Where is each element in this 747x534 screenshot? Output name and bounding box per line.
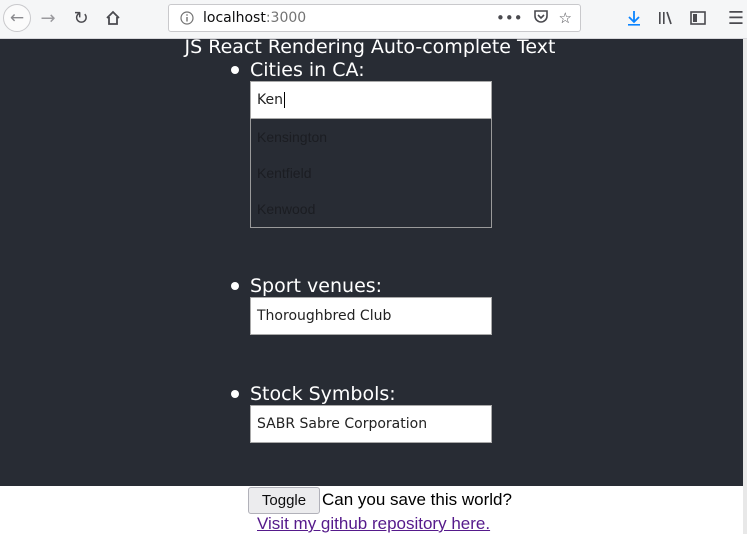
bullet xyxy=(231,390,239,398)
forward-icon[interactable]: → xyxy=(34,4,62,32)
sport-venues-input-value: Thoroughbred Club xyxy=(257,308,392,324)
footer: Toggle Can you save this world? Visit my… xyxy=(0,486,743,534)
section-stock-symbols: Stock Symbols: SABR Sabre Corporation xyxy=(231,383,550,443)
page-title: JS React Rendering Auto-complete Text xyxy=(184,36,556,58)
sport-venues-input[interactable]: Thoroughbred Club xyxy=(250,297,492,335)
url-host: localhost xyxy=(203,10,266,26)
window-edge xyxy=(743,39,747,534)
stock-symbols-input[interactable]: SABR Sabre Corporation xyxy=(250,405,492,443)
cities-label: Cities in CA: xyxy=(250,59,365,81)
pocket-icon[interactable] xyxy=(533,9,549,28)
bookmark-star-icon[interactable]: ☆ xyxy=(559,9,572,27)
browser-toolbar: ← → ↻ localhost:3000 ••• ☆ ☰ xyxy=(0,0,747,39)
bullet xyxy=(231,282,239,290)
more-icon[interactable]: ••• xyxy=(496,9,523,27)
back-icon[interactable]: ← xyxy=(3,4,31,32)
menu-icon[interactable]: ☰ xyxy=(722,4,747,32)
url-bar[interactable]: localhost:3000 ••• ☆ xyxy=(168,4,581,32)
url-text: localhost:3000 xyxy=(203,10,306,26)
reload-icon[interactable]: ↻ xyxy=(67,4,95,32)
suggestion-item[interactable]: Kensington xyxy=(251,119,491,155)
sport-venues-label: Sport venues: xyxy=(250,275,383,297)
home-icon[interactable] xyxy=(99,4,127,32)
github-link[interactable]: Visit my github repository here. xyxy=(257,514,490,534)
suggestion-item[interactable]: Kenwood xyxy=(251,191,491,227)
cities-input-value: Ken xyxy=(257,92,283,108)
text-caret xyxy=(283,92,285,108)
bullet xyxy=(231,66,239,74)
toggle-button[interactable]: Toggle xyxy=(248,487,320,514)
library-icon[interactable] xyxy=(652,4,680,32)
section-sport-venues: Sport venues: Thoroughbred Club xyxy=(231,275,550,335)
stock-symbols-input-value: SABR Sabre Corporation xyxy=(257,416,428,432)
app-container: JS React Rendering Auto-complete Text Ci… xyxy=(0,36,743,486)
sidebar-icon[interactable] xyxy=(684,4,712,32)
suggestions-list: Kensington Kentfield Kenwood xyxy=(250,119,492,228)
info-icon[interactable] xyxy=(177,11,197,25)
stock-symbols-label: Stock Symbols: xyxy=(250,383,396,405)
cities-input[interactable]: Ken xyxy=(250,81,492,119)
footer-text: Can you save this world? xyxy=(322,490,512,509)
url-port: :3000 xyxy=(265,10,307,26)
section-cities: Cities in CA: Ken Kensington Kentfield K… xyxy=(231,59,550,228)
download-icon[interactable] xyxy=(620,4,648,32)
suggestion-item[interactable]: Kentfield xyxy=(251,155,491,191)
